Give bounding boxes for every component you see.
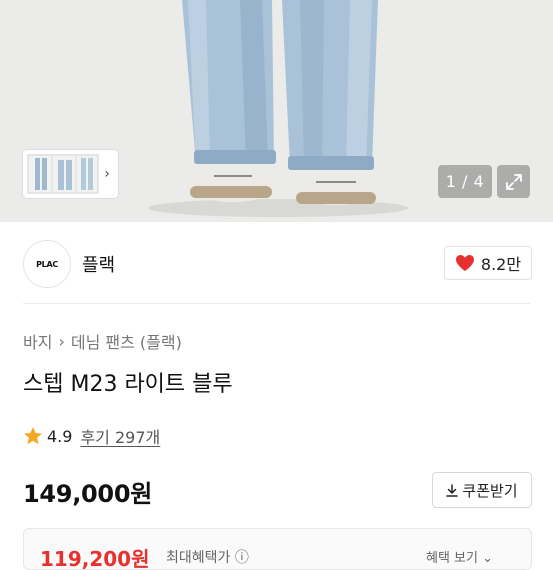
heart-icon [455,255,474,271]
rating-summary: 4.9 후기 297개 [23,424,160,448]
breadcrumb-item-denim[interactable]: 데님 팬츠 (플랙) [71,329,182,353]
brand-logo-text: PLAC [36,259,58,269]
expand-icon [505,173,522,190]
product-price: 149,000원 [23,480,152,508]
star-icon [24,427,42,445]
benefit-more-link[interactable]: 혜택 보기 ⌄ [426,547,493,566]
coupon-button[interactable]: 쿠폰받기 [432,472,532,508]
brand-name[interactable]: 플랙 [82,251,115,277]
download-icon [446,483,459,497]
review-count-link[interactable]: 후기 297개 [80,424,160,448]
like-count: 8.2만 [480,255,522,274]
rating-score: 4.9 [47,426,73,446]
breadcrumb-item-pants[interactable]: 바지 [23,329,52,353]
expand-button[interactable] [497,165,530,198]
chevron-right-icon[interactable]: › [100,162,114,186]
product-title: 스텝 M23 라이트 블루 [23,372,233,397]
product-image-gallery[interactable]: › 1 / 4 [0,0,553,222]
like-button[interactable]: 8.2만 [444,246,532,280]
brand-logo[interactable]: PLAC [23,240,71,288]
chevron-right-icon: › [58,331,65,351]
breadcrumb: 바지 › 데님 팬츠 (플랙) [23,329,182,353]
benefit-card[interactable]: 119,200원 최대혜택가 ⓘ 혜택 보기 ⌄ [23,528,532,570]
thumbnail-strip[interactable]: › [23,150,118,198]
brand-row: PLAC 플랙 8.2만 [0,222,553,304]
divider [23,303,530,304]
coupon-button-label: 쿠폰받기 [462,481,518,500]
sale-price: 119,200원 [40,547,150,570]
thumbnail-images[interactable] [27,154,99,194]
max-benefit-label: 최대혜택가 ⓘ [166,550,249,566]
image-counter: 1 / 4 [438,165,492,198]
